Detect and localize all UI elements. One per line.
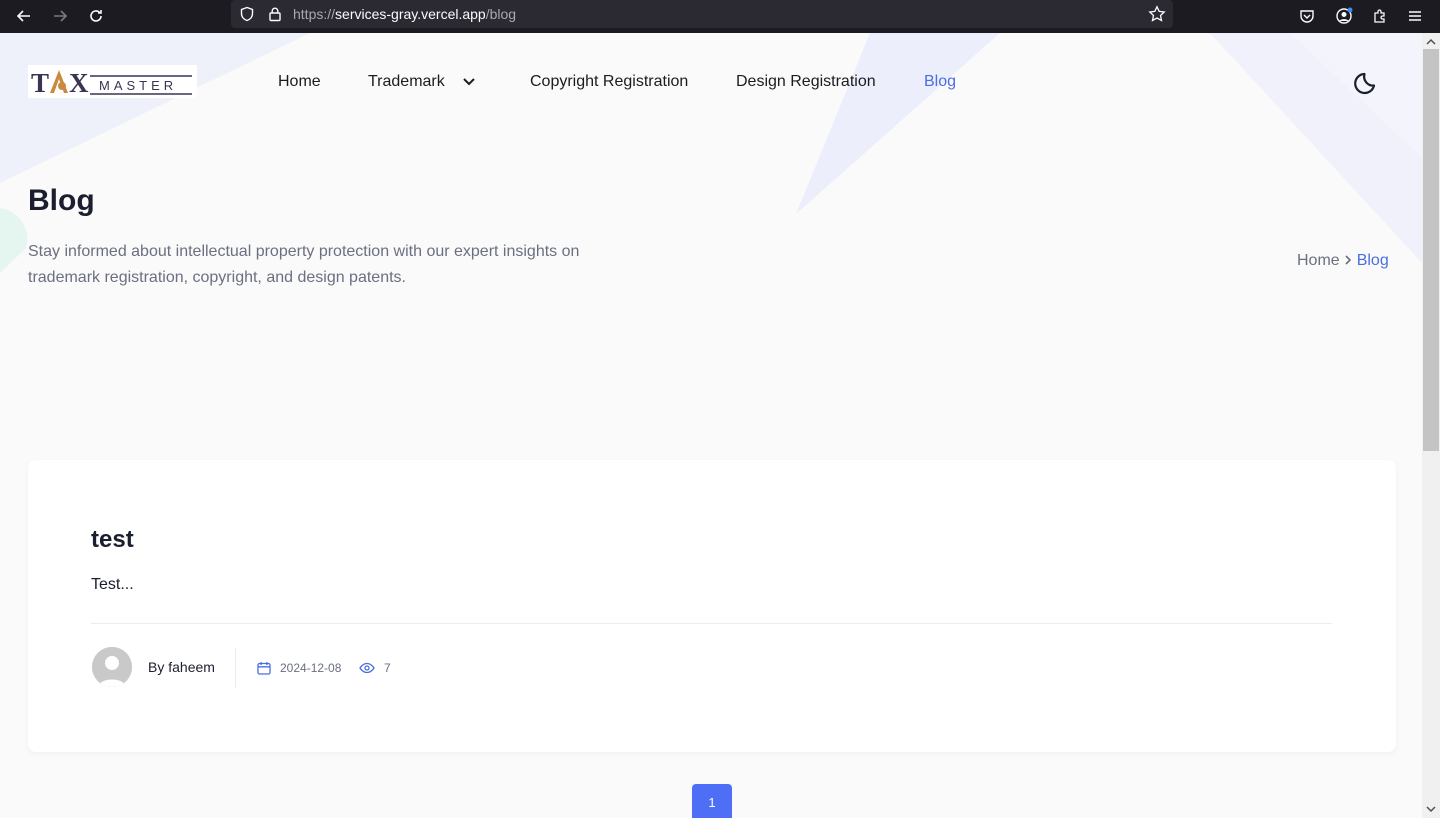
post-views: 7 — [384, 661, 391, 675]
browser-toolbar: https://services-gray.vercel.app/blog — [0, 0, 1440, 33]
back-button[interactable] — [11, 3, 37, 29]
menu-button[interactable] — [1402, 3, 1428, 29]
post-divider — [91, 623, 1332, 624]
account-button[interactable] — [1331, 3, 1357, 29]
chevron-down-icon[interactable] — [462, 77, 476, 87]
eye-icon — [359, 662, 375, 674]
account-icon — [1336, 7, 1353, 24]
reload-button[interactable] — [83, 3, 109, 29]
breadcrumb-home[interactable]: Home — [1297, 252, 1340, 269]
nav-item-copyright-registration[interactable]: Copyright Registration — [530, 73, 688, 91]
address-bar[interactable]: https://services-gray.vercel.app/blog — [231, 0, 1173, 28]
nav-item-home[interactable]: Home — [278, 73, 321, 91]
url-text[interactable]: https://services-gray.vercel.app/blog — [293, 6, 516, 22]
arrow-left-icon — [16, 10, 30, 22]
scroll-down-icon[interactable] — [1426, 804, 1436, 814]
lock-icon[interactable] — [265, 4, 285, 24]
logo[interactable]: T X MASTER — [28, 65, 197, 98]
extensions-button[interactable] — [1367, 3, 1393, 29]
blog-post-card[interactable]: test Test... By faheem 2024-12-08 7 — [28, 460, 1396, 752]
page-description: Stay informed about intellectual propert… — [28, 243, 580, 286]
page: T X MASTER Home Trademark Copyright Regi… — [0, 33, 1422, 818]
scrollbar-thumb[interactable] — [1423, 49, 1439, 451]
svg-text:X: X — [69, 68, 89, 98]
pocket-button[interactable] — [1294, 3, 1320, 29]
nav-item-blog[interactable]: Blog — [924, 73, 956, 91]
pocket-icon — [1300, 10, 1314, 23]
meta-separator — [235, 648, 236, 688]
url-host: services-gray.vercel.app — [335, 6, 486, 22]
forward-button[interactable] — [47, 3, 73, 29]
hamburger-icon — [1409, 11, 1421, 21]
moon-icon[interactable] — [1352, 67, 1382, 97]
svg-text:T: T — [31, 68, 49, 98]
breadcrumb: Home Blog — [1297, 252, 1389, 270]
chevron-right-icon — [1345, 255, 1351, 265]
url-path: /blog — [485, 6, 517, 22]
url-scheme: https:// — [293, 6, 336, 22]
scrollbar[interactable] — [1422, 33, 1440, 818]
calendar-icon — [257, 662, 271, 675]
nav-item-trademark[interactable]: Trademark — [368, 73, 445, 91]
svg-text:MASTER: MASTER — [99, 78, 177, 93]
avatar — [92, 647, 132, 687]
post-excerpt: Test... — [91, 576, 134, 593]
pagination-page-1[interactable]: 1 — [692, 784, 732, 818]
bookmark-star-icon[interactable] — [1147, 4, 1167, 24]
scroll-up-icon[interactable] — [1426, 37, 1436, 47]
user-avatar-icon — [92, 647, 132, 687]
breadcrumb-current: Blog — [1356, 252, 1389, 269]
arrow-right-icon — [54, 10, 68, 22]
shield-icon[interactable] — [237, 4, 257, 24]
post-title[interactable]: test — [91, 526, 134, 554]
reload-icon — [90, 10, 102, 22]
post-author: By faheem — [148, 659, 215, 675]
puzzle-icon — [1374, 9, 1385, 23]
nav-item-design-registration[interactable]: Design Registration — [736, 73, 876, 91]
post-date: 2024-12-08 — [280, 661, 342, 675]
page-title: Blog — [28, 184, 95, 217]
logo-image: T X MASTER — [31, 68, 192, 98]
